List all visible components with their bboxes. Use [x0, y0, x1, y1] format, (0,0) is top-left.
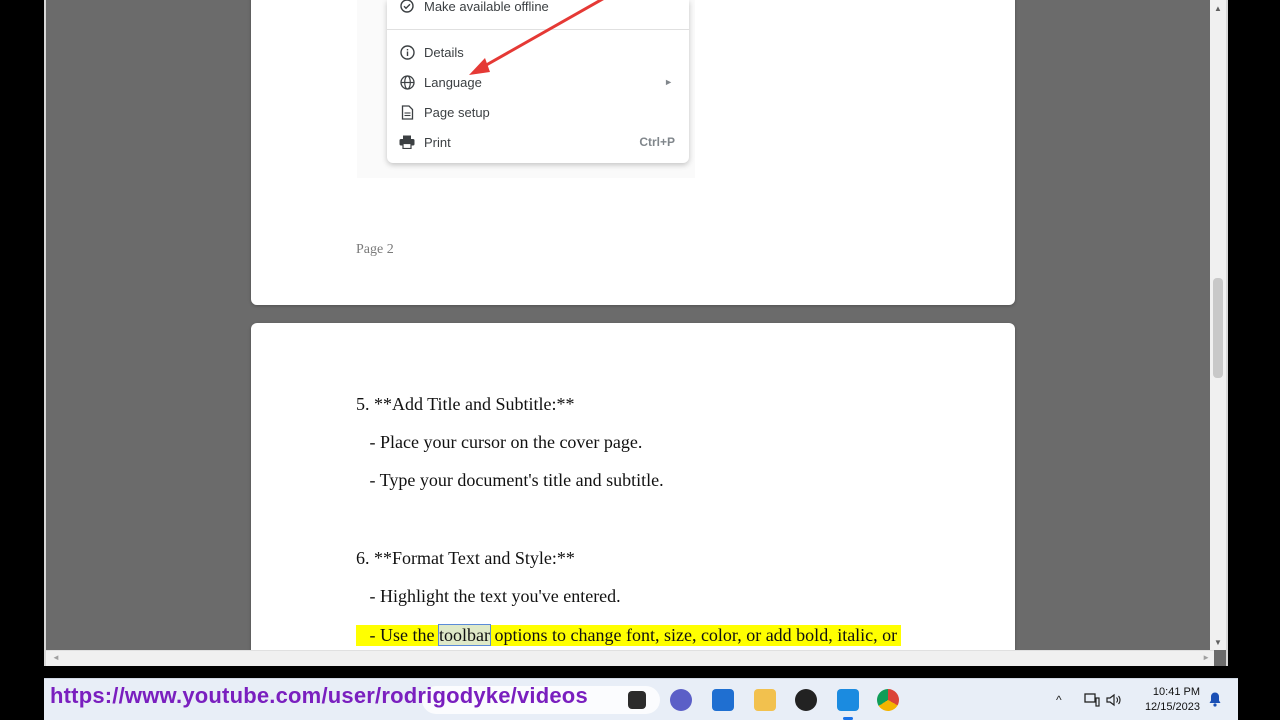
taskbar-clock[interactable]: 10:41 PM 12/15/2023: [1145, 685, 1200, 715]
clock-time: 10:41 PM: [1152, 686, 1200, 698]
scroll-left-arrow-icon[interactable]: ◄: [52, 653, 60, 662]
vertical-scrollbar[interactable]: ▲ ▼: [1210, 0, 1226, 650]
clock-date: 12/15/2023: [1144, 701, 1200, 713]
scroll-up-arrow-icon[interactable]: ▲: [1210, 4, 1226, 13]
highlight-text-before: - Use the: [356, 625, 439, 645]
selected-word[interactable]: toolbar: [437, 624, 491, 646]
embedded-menu-screenshot: Make available offline Details Language …: [357, 0, 695, 178]
network-icon[interactable]: [1084, 679, 1100, 720]
document-canvas[interactable]: Make available offline Details Language …: [44, 0, 1228, 666]
channel-url-overlay: https://www.youtube.com/user/rodrigodyke…: [50, 683, 588, 708]
app-icon[interactable]: [837, 689, 859, 711]
volume-icon[interactable]: [1106, 679, 1122, 720]
task-view-icon[interactable]: [628, 691, 646, 709]
chrome-icon[interactable]: [877, 689, 899, 711]
tray-overflow-chevron[interactable]: ^: [1056, 679, 1062, 720]
list-item: - Place your cursor on the cover page.: [356, 432, 643, 452]
document-page-1[interactable]: Make available offline Details Language …: [251, 0, 1015, 305]
annotation-arrow-icon: [469, 0, 604, 75]
media-player-icon[interactable]: [795, 689, 817, 711]
notification-bell-icon[interactable]: [1208, 691, 1222, 712]
list-heading: 5. **Add Title and Subtitle:**: [356, 394, 575, 414]
teams-chat-icon[interactable]: [670, 689, 692, 711]
file-explorer-icon[interactable]: [754, 689, 776, 711]
list-heading: 6. **Format Text and Style:**: [356, 548, 575, 568]
scroll-right-arrow-icon[interactable]: ►: [1202, 653, 1210, 662]
left-black-margin: [0, 0, 44, 720]
store-icon[interactable]: [712, 689, 734, 711]
document-page-2[interactable]: 5. **Add Title and Subtitle:** - Place y…: [251, 323, 1015, 666]
page-footer: Page 2: [356, 242, 394, 257]
scrollbar-thumb[interactable]: [1213, 278, 1223, 378]
list-item: - Type your document's title and subtitl…: [356, 470, 664, 490]
scroll-down-arrow-icon[interactable]: ▼: [1210, 638, 1226, 647]
highlight-text-after: options to change font, size, color, or …: [489, 625, 898, 645]
list-item: - Highlight the text you've entered.: [356, 586, 621, 606]
highlighted-list-item[interactable]: - Use the toolbar options to change font…: [356, 624, 902, 646]
horizontal-scrollbar[interactable]: ◄ ►: [46, 650, 1214, 666]
